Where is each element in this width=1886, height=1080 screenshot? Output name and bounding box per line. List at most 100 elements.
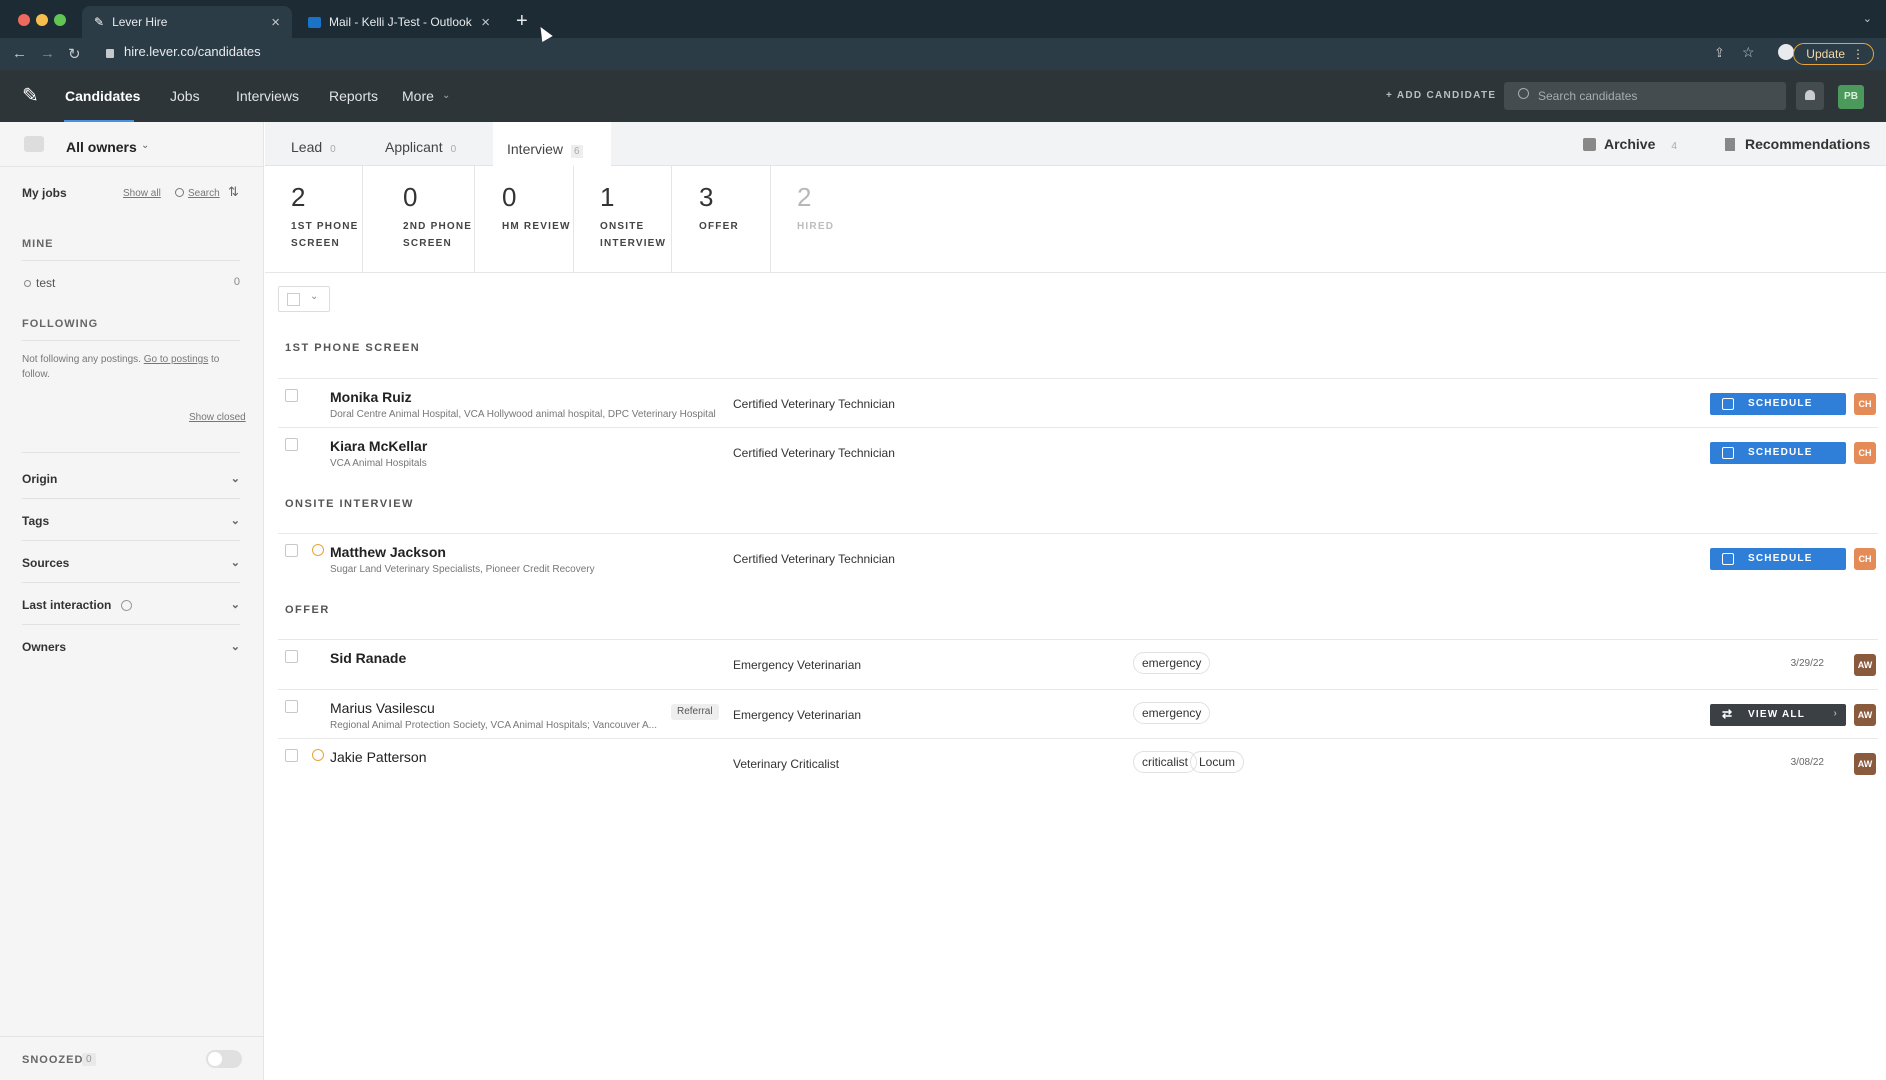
substage-1[interactable]: 0 2ND PHONE SCREEN [377,166,475,272]
back-icon[interactable]: ← [12,45,27,62]
row-checkbox[interactable] [285,650,298,663]
archive-tab[interactable]: Archive 4 [1583,136,1677,152]
substage-3[interactable]: 1 ONSITE INTERVIEW [574,166,672,272]
divider [22,452,240,453]
search-jobs-icon[interactable] [175,188,184,197]
user-avatar[interactable]: PB [1838,85,1864,109]
new-tab-icon[interactable]: + [516,10,528,33]
candidate-companies: VCA Animal Hospitals [330,458,427,469]
lever-logo-icon[interactable]: ✎ [22,86,42,106]
sort-icon[interactable]: ⇅ [228,184,239,200]
substage-label: 2ND PHONE SCREEN [403,221,473,249]
candidate-name[interactable]: Marius Vasilescu [330,700,435,716]
reload-icon[interactable]: ↻ [68,45,81,63]
candidate-tag[interactable]: Locum [1190,751,1245,773]
nav-more[interactable]: More [402,88,434,104]
substage-4[interactable]: 3 OFFER [673,166,771,272]
mine-job-item[interactable]: test 0 [22,276,240,292]
add-candidate-button[interactable]: + ADD CANDIDATE [1386,90,1496,101]
view-all-button[interactable]: ⇄ VIEW ALL › [1710,704,1846,726]
row-checkbox[interactable] [285,544,298,557]
owners-chevron-icon[interactable]: ⌄ [141,140,149,151]
candidate-tag[interactable]: emergency [1133,652,1211,674]
schedule-button[interactable]: SCHEDULE [1710,442,1846,464]
update-label: Update [1806,47,1845,61]
close-tab-icon[interactable]: × [271,14,280,31]
candidate-row[interactable]: Monika Ruiz Doral Centre Animal Hospital,… [278,378,1878,428]
show-closed-link[interactable]: Show closed [189,412,246,423]
close-window-button[interactable] [18,14,30,26]
substage-0[interactable]: 2 1ST PHONE SCREEN [265,166,363,272]
nav-reports[interactable]: Reports [329,88,378,104]
candidate-name[interactable]: Kiara McKellar [330,438,427,454]
browser-tab-outlook[interactable]: Mail - Kelli J-Test - Outlook × [296,6,502,38]
select-all-checkbox[interactable] [287,293,300,306]
recommendations-tab[interactable]: Recommendations [1725,136,1870,152]
tab-lead[interactable]: Lead 0 [291,122,336,166]
share-icon[interactable]: ⇪ [1714,45,1725,61]
owner-avatar[interactable]: AW [1854,753,1876,775]
zoom-window-button[interactable] [54,14,66,26]
candidate-row[interactable]: Kiara McKellar VCA Animal Hospitals Certif… [278,427,1878,477]
candidate-name[interactable]: Sid Ranade [330,650,406,666]
clock-icon [312,544,324,556]
chevron-down-icon: ⌄ [230,599,240,611]
substage-5[interactable]: 2 HIRED [771,166,869,272]
forward-icon[interactable]: → [40,45,55,62]
row-checkbox[interactable] [285,749,298,762]
filter-owners[interactable]: Owners ⌄ [22,640,240,666]
bookmark-star-icon[interactable]: ☆ [1742,44,1755,61]
schedule-button[interactable]: SCHEDULE [1710,548,1846,570]
filter-sources[interactable]: Sources ⌄ [22,556,240,583]
candidate-name[interactable]: Monika Ruiz [330,389,412,405]
owner-avatar[interactable]: AW [1854,704,1876,726]
last-activity-date: 3/08/22 [1790,757,1824,768]
filter-last-interaction[interactable]: Last interaction ⌄ [22,598,240,625]
nav-jobs[interactable]: Jobs [170,88,200,104]
job-title: Certified Veterinary Technician [733,397,895,411]
schedule-button[interactable]: SCHEDULE [1710,393,1846,415]
browser-tab-lever[interactable]: ✎ Lever Hire × [82,6,292,38]
candidate-name[interactable]: Matthew Jackson [330,544,446,560]
candidate-companies: Regional Animal Protection Society, VCA … [330,720,658,731]
search-jobs-link[interactable]: Search [188,188,220,199]
minimize-window-button[interactable] [36,14,48,26]
section-phone-screen: 1ST PHONE SCREEN [285,342,421,354]
owner-avatar[interactable]: CH [1854,442,1876,464]
nav-candidates[interactable]: Candidates [65,88,140,104]
close-tab-icon[interactable]: × [481,14,490,31]
row-checkbox[interactable] [285,438,298,451]
row-checkbox[interactable] [285,700,298,713]
update-button[interactable]: Update ⋮ [1793,43,1874,65]
candidate-row[interactable]: Matthew Jackson Sugar Land Veterinary Spe… [278,533,1878,583]
snoozed-toggle[interactable] [206,1050,242,1068]
tab-list-chevron-icon[interactable]: ⌄ [1863,12,1872,25]
owner-avatar[interactable]: AW [1854,654,1876,676]
recommendations-label: Recommendations [1745,136,1871,152]
url-field[interactable]: hire.lever.co/candidates [124,44,261,59]
filter-origin[interactable]: Origin ⌄ [22,472,240,499]
profile-icon[interactable] [1778,44,1794,60]
candidate-tag[interactable]: criticalist [1133,751,1198,773]
notifications-bell-icon[interactable] [1796,82,1824,110]
tab-interview[interactable]: Interview 6 [493,122,611,166]
candidate-name[interactable]: Jakie Patterson [330,749,427,765]
candidate-row[interactable]: Sid Ranade Emergency Veterinarian emergenc… [278,639,1878,689]
substage-2[interactable]: 0 HM REVIEW [476,166,574,272]
owner-avatar[interactable]: CH [1854,393,1876,415]
nav-interviews[interactable]: Interviews [236,88,299,104]
bulk-select-dropdown[interactable]: ⌄ [278,286,330,312]
row-checkbox[interactable] [285,389,298,402]
candidate-row[interactable]: Jakie Patterson Veterinary Criticalist cri… [278,738,1878,788]
divider [265,272,1886,273]
candidate-tag[interactable]: emergency [1133,702,1211,724]
section-onsite: ONSITE INTERVIEW [285,498,414,510]
tab-applicant[interactable]: Applicant 0 [385,122,456,166]
show-all-link[interactable]: Show all [123,188,161,199]
go-to-postings-link[interactable]: Go to postings [144,354,208,365]
owner-avatar[interactable]: CH [1854,548,1876,570]
owners-dropdown[interactable]: All owners [66,139,137,155]
candidate-row[interactable]: Marius Vasilescu Regional Animal Protecti… [278,689,1878,739]
search-candidates-input[interactable]: Search candidates [1504,82,1786,110]
filter-tags[interactable]: Tags ⌄ [22,514,240,541]
